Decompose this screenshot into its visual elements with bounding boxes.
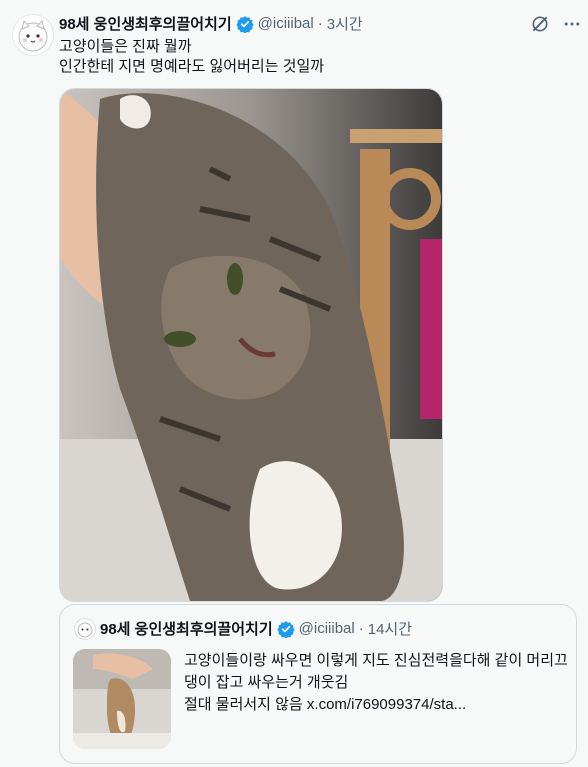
separator: · (317, 15, 323, 32)
quoted-tweet[interactable]: 98세 웅인생최후의끌어치기 @iciiibal · 14시간 고양이들이랑 싸… (59, 604, 577, 764)
verified-badge-icon (276, 620, 295, 639)
grok-icon[interactable] (530, 14, 550, 34)
separator: · (358, 620, 364, 637)
quoted-timestamp[interactable]: 14시간 (368, 618, 412, 639)
quoted-handle[interactable]: @iciiibal (299, 620, 355, 637)
avatar[interactable] (12, 14, 54, 56)
tweet[interactable]: 98세 웅인생최후의끌어치기 @iciiibal · 3시간 고양이들은 진짜 … (0, 0, 588, 767)
quoted-text-line: 고양이들이랑 싸우면 이렇게 지도 진심전력을다해 같이 머리끄 (184, 652, 568, 669)
quoted-text-line: 댕이 잡고 싸우는거 개웃김 (184, 674, 349, 691)
handle[interactable]: @iciiibal (258, 15, 314, 32)
tweet-text-line: 인간한테 지면 명예라도 잃어버리는 것일까 (59, 58, 325, 75)
tweet-text: 고양이들은 진짜 뭘까 인간한테 지면 명예라도 잃어버리는 것일까 (59, 37, 324, 77)
verified-badge-icon (235, 15, 254, 34)
more-icon[interactable] (562, 14, 582, 34)
quoted-header: 98세 웅인생최후의끌어치기 @iciiibal · 14시간 (100, 618, 412, 639)
timestamp[interactable]: 3시간 (327, 13, 363, 34)
tweet-photo[interactable] (59, 88, 443, 602)
quoted-thumbnail[interactable] (73, 649, 171, 749)
tweet-text-line: 고양이들은 진짜 뭘까 (59, 38, 192, 55)
quoted-text-line: 절대 물러서지 않음 x.com/i769099374/sta... (184, 696, 467, 713)
quoted-text: 고양이들이랑 싸우면 이렇게 지도 진심전력을다해 같이 머리끄 댕이 잡고 싸… (184, 650, 568, 716)
display-name[interactable]: 98세 웅인생최후의끌어치기 (59, 13, 232, 34)
tweet-header: 98세 웅인생최후의끌어치기 @iciiibal · 3시간 (59, 13, 363, 34)
quoted-avatar[interactable] (74, 618, 96, 640)
quoted-display-name[interactable]: 98세 웅인생최후의끌어치기 (100, 618, 273, 639)
